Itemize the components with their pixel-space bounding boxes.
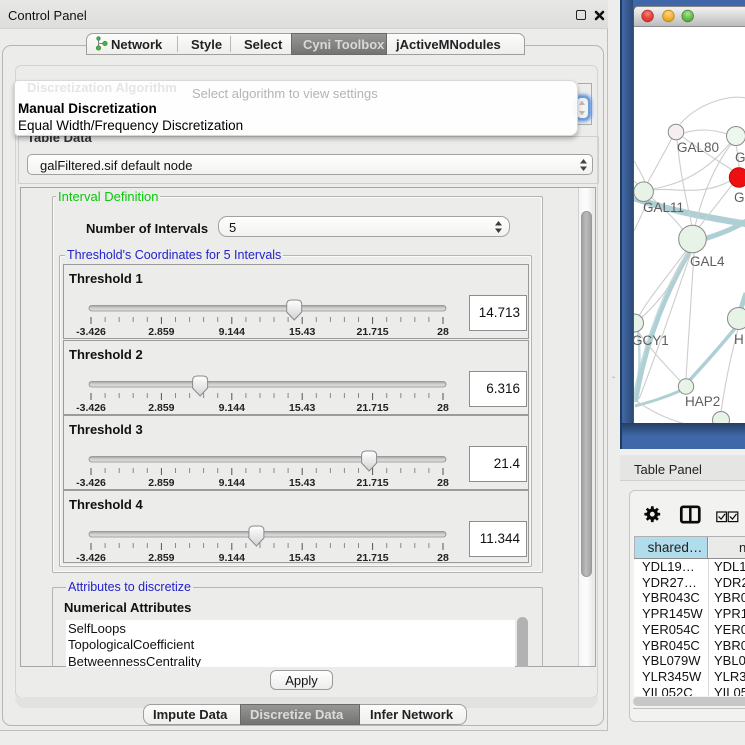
svg-text:15.43: 15.43: [289, 326, 315, 338]
svg-text:28: 28: [437, 552, 449, 564]
svg-text:GA: GA: [735, 150, 745, 165]
svg-text:28: 28: [437, 402, 449, 414]
svg-text:2.859: 2.859: [148, 477, 174, 489]
svg-text:21.715: 21.715: [357, 326, 389, 338]
svg-text:H: H: [734, 332, 744, 347]
svg-text:15.43: 15.43: [289, 477, 315, 489]
svg-text:-3.426: -3.426: [76, 552, 106, 564]
svg-text:9.144: 9.144: [219, 552, 245, 564]
svg-text:HAP2: HAP2: [685, 394, 720, 409]
svg-text:GCY1: GCY1: [634, 333, 669, 348]
svg-text:15.43: 15.43: [289, 402, 315, 414]
svg-text:GAL4: GAL4: [690, 254, 725, 269]
svg-text:28: 28: [437, 477, 449, 489]
svg-text:15.43: 15.43: [289, 552, 315, 564]
svg-text:G: G: [734, 190, 745, 205]
svg-text:2.859: 2.859: [148, 402, 174, 414]
svg-text:21.715: 21.715: [357, 402, 389, 414]
svg-text:21.715: 21.715: [357, 552, 389, 564]
svg-text:GAL80: GAL80: [677, 140, 719, 155]
svg-text:2.859: 2.859: [148, 326, 174, 338]
svg-text:-3.426: -3.426: [76, 402, 106, 414]
svg-text:9.144: 9.144: [219, 402, 245, 414]
svg-text:2.859: 2.859: [148, 552, 174, 564]
svg-text:9.144: 9.144: [219, 326, 245, 338]
svg-text:21.715: 21.715: [357, 477, 389, 489]
svg-text:-3.426: -3.426: [76, 477, 106, 489]
svg-text:-3.426: -3.426: [76, 326, 106, 338]
svg-text:9.144: 9.144: [219, 477, 245, 489]
svg-text:GAL11: GAL11: [643, 200, 684, 215]
svg-text:28: 28: [437, 326, 449, 338]
